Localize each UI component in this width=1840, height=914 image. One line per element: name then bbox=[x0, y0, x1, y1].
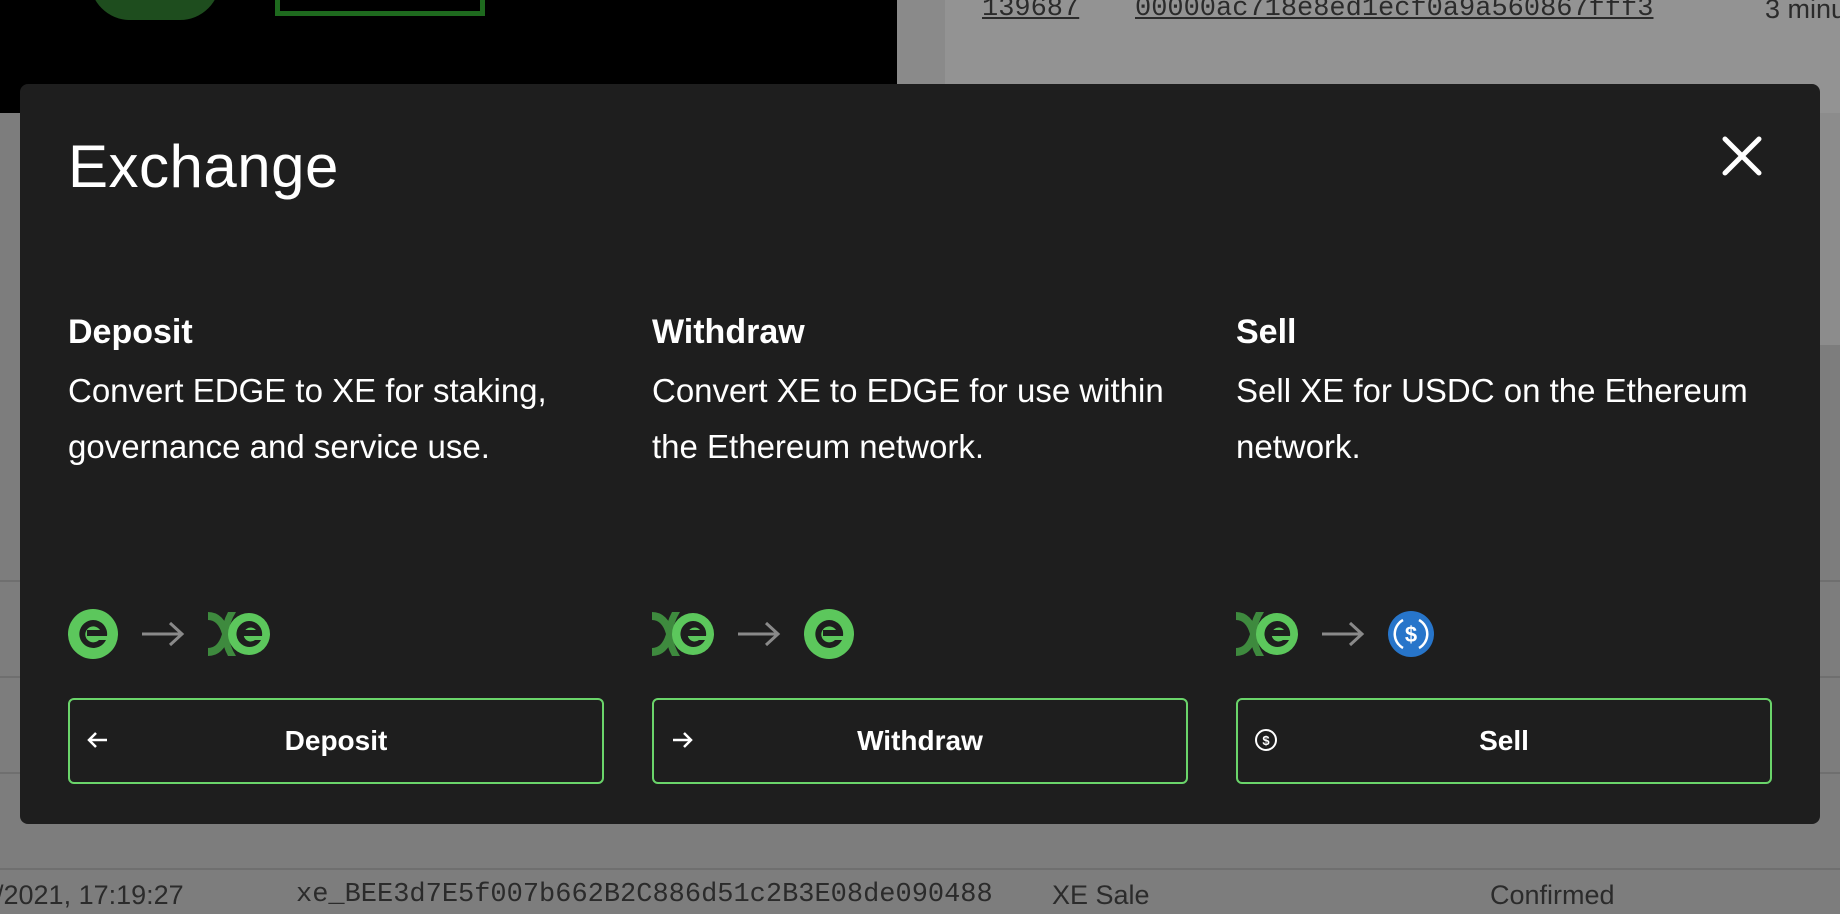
deposit-conversion-icons bbox=[68, 604, 270, 664]
withdraw-button[interactable]: Withdraw bbox=[652, 698, 1188, 784]
usdc-token-icon: $ bbox=[1388, 611, 1434, 657]
edge-token-icon bbox=[68, 609, 118, 659]
close-button[interactable] bbox=[1720, 134, 1764, 178]
background-logo bbox=[90, 0, 220, 20]
withdraw-conversion-icons bbox=[652, 604, 854, 664]
deposit-heading: Deposit bbox=[68, 313, 193, 351]
edge-token-icon bbox=[804, 609, 854, 659]
deposit-button-label: Deposit bbox=[284, 725, 388, 756]
withdraw-button-label: Withdraw bbox=[857, 725, 983, 756]
svg-text:$: $ bbox=[1262, 733, 1270, 748]
withdraw-heading: Withdraw bbox=[652, 313, 805, 351]
background-row-hash: xe_BEE3d7E5f007b662B2C886d51c2B3E08de090… bbox=[296, 880, 993, 910]
sell-column: Sell Sell XE for USDC on the Ethereum ne… bbox=[1236, 309, 1772, 657]
background-time-ago: 3 minu bbox=[1765, 0, 1840, 24]
withdraw-description: Convert XE to EDGE for use within the Et… bbox=[652, 372, 1164, 465]
sell-button-label: Sell bbox=[1479, 725, 1529, 756]
arrow-right-icon bbox=[670, 728, 696, 754]
modal-title: Exchange bbox=[68, 133, 339, 200]
svg-text:$: $ bbox=[1405, 622, 1417, 647]
xe-token-icon bbox=[652, 612, 714, 656]
background-row-divider bbox=[0, 868, 1840, 870]
arrow-right-icon bbox=[1322, 621, 1365, 647]
sell-heading: Sell bbox=[1236, 313, 1297, 351]
deposit-button[interactable]: Deposit bbox=[68, 698, 604, 784]
sell-button[interactable]: $ Sell bbox=[1236, 698, 1772, 784]
sell-description: Sell XE for USDC on the Ethereum network… bbox=[1236, 372, 1748, 465]
background-block-hash[interactable]: 00000ac718e8ed1ecf0a9a560867fff3 bbox=[1135, 0, 1653, 24]
xe-token-icon bbox=[208, 612, 270, 656]
withdraw-column: Withdraw Convert XE to EDGE for use with… bbox=[652, 309, 1188, 659]
arrow-left-icon bbox=[86, 728, 112, 754]
sell-conversion-icons: $ bbox=[1236, 604, 1434, 664]
background-row-date: /2021, 17:19:27 bbox=[0, 880, 184, 910]
background-row-type: XE Sale bbox=[1052, 880, 1150, 910]
background-illustration bbox=[275, 0, 485, 16]
deposit-description: Convert EDGE to XE for staking, governan… bbox=[68, 372, 547, 465]
background-row-status: Confirmed bbox=[1490, 880, 1615, 910]
arrow-right-icon bbox=[738, 621, 781, 647]
xe-token-icon bbox=[1236, 612, 1298, 656]
dollar-coin-icon: $ bbox=[1254, 728, 1280, 754]
close-icon bbox=[1722, 136, 1762, 176]
arrow-right-icon bbox=[142, 621, 185, 647]
exchange-modal: Exchange Deposit Convert EDGE to XE for … bbox=[20, 84, 1820, 824]
background-block-number[interactable]: 139687 bbox=[982, 0, 1079, 24]
deposit-column: Deposit Convert EDGE to XE for staking, … bbox=[68, 309, 604, 659]
